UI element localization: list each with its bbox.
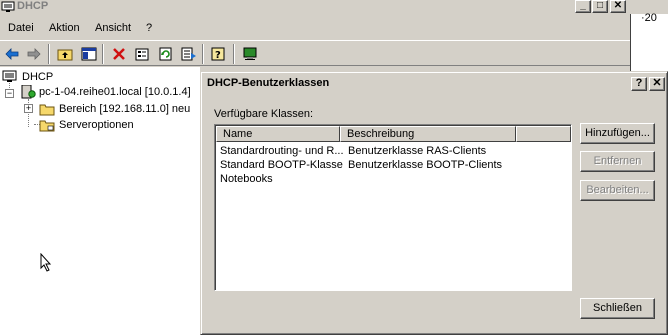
list-item[interactable]: Standardrouting- und R... Benutzerklasse… bbox=[220, 144, 486, 158]
clock-partial: ·20 bbox=[641, 12, 657, 24]
tree-label-server: pc-1-04.reihe01.local [10.0.1.4] bbox=[39, 86, 191, 98]
list-item-description: Benutzerklasse RAS-Clients bbox=[348, 145, 487, 157]
minimize-icon: _ bbox=[580, 0, 586, 11]
add-button[interactable]: Hinzufügen... bbox=[580, 123, 655, 144]
dialog-title: DHCP-Benutzerklassen bbox=[207, 77, 330, 89]
help-question-icon: ? bbox=[635, 77, 643, 89]
mouse-cursor-icon bbox=[40, 253, 52, 272]
column-header-filler bbox=[516, 126, 571, 142]
delete-icon[interactable] bbox=[110, 45, 128, 63]
close-icon: ✕ bbox=[652, 77, 662, 89]
expand-toggle[interactable]: + bbox=[24, 104, 33, 113]
console-tree: DHCP − pc-1-04.reihe01.local [10.0.1.4] … bbox=[0, 67, 200, 335]
column-header-name-label: Name bbox=[223, 128, 253, 140]
tree-label-dhcp: DHCP bbox=[22, 71, 54, 83]
list-item[interactable]: Notebooks bbox=[220, 172, 273, 186]
close-button[interactable]: Schließen bbox=[580, 298, 655, 319]
tree-label-server-options: Serveroptionen bbox=[59, 119, 134, 131]
edit-button[interactable]: Bearbeiten... bbox=[580, 180, 655, 201]
toolbar-separator bbox=[202, 44, 204, 64]
toolbar-separator bbox=[48, 44, 50, 64]
dhcp-app-icon bbox=[1, 1, 15, 12]
console-icon[interactable] bbox=[241, 45, 259, 63]
menu-datei[interactable]: Datei bbox=[8, 22, 34, 34]
list-item-name: Notebooks bbox=[220, 173, 273, 185]
server-options-folder-icon bbox=[39, 120, 55, 132]
remove-button[interactable]: Entfernen bbox=[580, 151, 655, 172]
menu-help[interactable]: ? bbox=[146, 22, 152, 34]
list-item[interactable]: Standard BOOTP-Klasse Benutzerklasse BOO… bbox=[220, 158, 502, 172]
list-item-description: Benutzerklasse BOOTP-Clients bbox=[348, 159, 503, 171]
folder-icon bbox=[39, 104, 55, 116]
dhcp-icon bbox=[2, 70, 17, 82]
close-icon: ✕ bbox=[613, 0, 623, 11]
list-item-name: Standardrouting- und R... bbox=[220, 145, 344, 157]
column-header-name[interactable]: Name bbox=[216, 126, 340, 142]
maximize-icon: □ bbox=[596, 0, 604, 11]
column-header-description[interactable]: Beschreibung bbox=[340, 126, 516, 142]
collapse-toggle[interactable]: − bbox=[5, 89, 14, 98]
toolbar-separator bbox=[102, 44, 104, 64]
user-classes-dialog: DHCP-Benutzerklassen ? ✕ Verfügbare Klas… bbox=[200, 71, 668, 335]
toolbar: ? bbox=[0, 40, 630, 66]
svg-text:?: ? bbox=[215, 50, 221, 61]
dialog-help-button[interactable]: ? bbox=[631, 77, 647, 91]
title-bar: DHCP _ □ ✕ bbox=[0, 0, 630, 14]
window-title: DHCP bbox=[17, 0, 49, 12]
show-hide-tree-icon[interactable] bbox=[80, 45, 98, 63]
classes-list[interactable]: Name Beschreibung Standardrouting- und R… bbox=[214, 124, 572, 291]
tree-label-scope: Bereich [192.168.11.0] neu bbox=[59, 103, 191, 115]
properties-icon[interactable] bbox=[133, 45, 151, 63]
help-icon[interactable]: ? bbox=[210, 45, 228, 63]
column-header-description-label: Beschreibung bbox=[347, 128, 415, 140]
menu-ansicht[interactable]: Ansicht bbox=[95, 22, 131, 34]
export-list-icon[interactable] bbox=[180, 45, 198, 63]
close-window-button[interactable]: ✕ bbox=[610, 0, 626, 13]
forward-arrow-icon[interactable] bbox=[25, 45, 43, 63]
dialog-close-x-button[interactable]: ✕ bbox=[649, 77, 665, 91]
maximize-button[interactable]: □ bbox=[592, 0, 608, 13]
toolbar-separator bbox=[233, 44, 235, 64]
dialog-title-bar: DHCP-Benutzerklassen ? ✕ bbox=[204, 75, 666, 93]
list-item-name: Standard BOOTP-Klasse bbox=[220, 159, 343, 171]
server-icon bbox=[21, 85, 36, 99]
refresh-icon[interactable] bbox=[157, 45, 175, 63]
back-arrow-icon[interactable] bbox=[3, 45, 21, 63]
menu-bar: Datei Aktion Ansicht ? bbox=[0, 17, 630, 39]
available-classes-label: Verfügbare Klassen: bbox=[214, 108, 314, 120]
menu-aktion[interactable]: Aktion bbox=[49, 22, 80, 34]
up-folder-icon[interactable] bbox=[56, 45, 74, 63]
minimize-button[interactable]: _ bbox=[575, 0, 591, 13]
